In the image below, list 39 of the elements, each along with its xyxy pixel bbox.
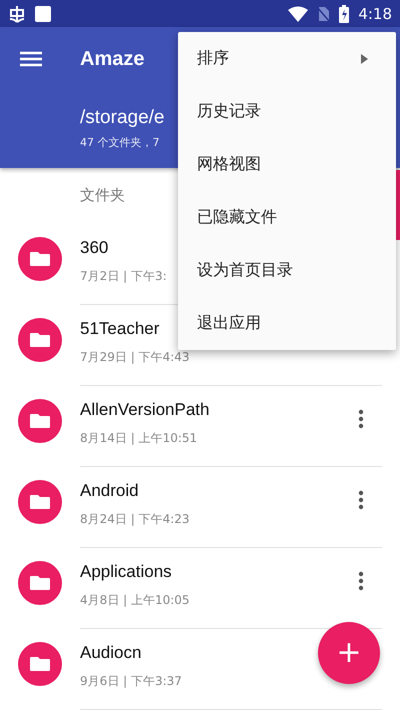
- square-icon: [34, 4, 52, 22]
- battery-icon: [338, 4, 350, 22]
- file-date: 8月14日 | 上午10:51: [80, 430, 198, 446]
- folder-icon: [18, 561, 62, 605]
- file-date: 7月2日 | 下午3:: [80, 268, 167, 284]
- clock-time: 4:18: [358, 4, 392, 22]
- file-name[interactable]: Applications: [80, 562, 172, 582]
- file-name[interactable]: Audiocn: [80, 642, 142, 662]
- section-label: 文件夹: [80, 186, 125, 205]
- menu-item[interactable]: 排序: [178, 32, 396, 85]
- folder-summary: 47 个文件夹，7: [80, 135, 160, 150]
- file-name[interactable]: 51Teacher: [80, 318, 160, 338]
- file-date: 8月24日 | 下午4:23: [80, 510, 190, 528]
- file-name[interactable]: AllenVersionPath: [80, 400, 210, 420]
- app-title: Amaze: [80, 48, 144, 70]
- menu-item[interactable]: 网格视图: [178, 138, 396, 191]
- more-icon[interactable]: [358, 490, 364, 510]
- file-name[interactable]: 360: [80, 238, 108, 258]
- submenu-arrow-icon: [361, 54, 368, 64]
- folder-icon: [18, 480, 62, 524]
- file-date: 4月8日 | 上午10:05: [80, 592, 190, 608]
- more-icon[interactable]: [358, 571, 364, 591]
- no-sim-icon: [316, 6, 330, 22]
- file-name[interactable]: Android: [80, 480, 139, 500]
- folder-path: /storage/e: [80, 107, 164, 129]
- more-icon[interactable]: [358, 409, 364, 429]
- folder-icon: [18, 399, 62, 443]
- folder-icon: [18, 642, 62, 686]
- menu-item[interactable]: 退出应用: [178, 297, 396, 350]
- folder-icon: [18, 237, 62, 281]
- file-date: 9月6日 | 下午3:37: [80, 672, 182, 690]
- file-date: 7月29日 | 下午4:43: [80, 348, 190, 366]
- wifi-icon: [288, 6, 308, 22]
- menu-item[interactable]: 设为首页目录: [178, 244, 396, 297]
- add-button[interactable]: +: [318, 622, 380, 684]
- menu-item[interactable]: 历史记录: [178, 85, 396, 138]
- menu-icon[interactable]: [20, 51, 42, 67]
- menu-item[interactable]: 已隐藏文件: [178, 191, 396, 244]
- folder-icon: [18, 318, 62, 362]
